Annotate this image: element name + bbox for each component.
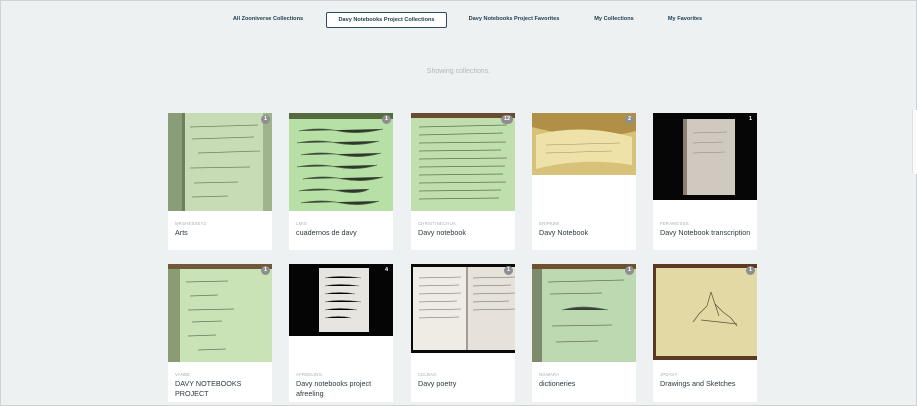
collection-card[interactable]: 1 JPDAVY Drawings and Sketches: [653, 264, 757, 402]
item-count-badge: 12: [501, 115, 513, 124]
collection-card[interactable]: 1 NGWARA dictioneries: [532, 264, 636, 402]
item-count-badge: 1: [504, 266, 513, 275]
collection-card[interactable]: 4 AFREELING Davy notebooks project afree…: [289, 264, 393, 402]
tab-all-zooniverse-collections[interactable]: All Zooniverse Collections: [222, 12, 314, 28]
item-count-badge: 1: [748, 116, 753, 122]
collection-card[interactable]: 2 ERIPKIMI Davy Notebook: [532, 113, 636, 250]
collection-owner[interactable]: VANBE: [175, 372, 190, 377]
collection-title[interactable]: Davy Notebook: [539, 228, 631, 238]
item-count-badge: 1: [625, 266, 634, 275]
collection-card[interactable]: 1 MRSHESSEY2 Arts: [168, 113, 272, 250]
collection-tabs: All Zooniverse Collections Davy Notebook…: [0, 12, 917, 28]
collection-card[interactable]: 1 FERAMOSSS Davy Notebook transcription: [653, 113, 757, 250]
tab-my-favorites[interactable]: My Favorites: [660, 12, 710, 28]
collection-title[interactable]: Davy Notebook transcription: [660, 228, 752, 238]
scroll-edge[interactable]: [912, 110, 917, 174]
collection-title[interactable]: Drawings and Sketches: [660, 379, 752, 389]
collection-owner[interactable]: NGWARA: [539, 372, 559, 377]
item-count-badge: 1: [261, 266, 270, 275]
tab-davy-notebooks-project-collections[interactable]: Davy Notebooks Project Collections: [326, 12, 447, 28]
collection-owner[interactable]: AFREELING: [296, 372, 322, 377]
collection-thumbnail: [411, 113, 515, 211]
collection-card[interactable]: 1 CELBAO Davy poetry: [411, 264, 515, 402]
item-count-badge: 1: [746, 266, 755, 275]
collection-owner[interactable]: CELBAO: [418, 372, 437, 377]
collection-owner[interactable]: CHRISTINECHUA: [418, 221, 456, 226]
collection-thumbnail: [289, 113, 393, 211]
collection-card[interactable]: 1 VANBE DAVY NOTEBOOKS PROJECT: [168, 264, 272, 402]
tab-davy-notebooks-project-favorites[interactable]: Davy Notebooks Project Favorites: [462, 12, 566, 28]
collection-owner[interactable]: MRSHESSEY2: [175, 221, 206, 226]
collection-title[interactable]: Davy notebook: [418, 228, 510, 238]
status-message: Showing collections.: [426, 68, 491, 75]
collection-thumbnail: [532, 264, 636, 362]
collection-thumbnail: [289, 264, 393, 336]
collection-card[interactable]: 12 CHRISTINECHUA Davy notebook: [411, 113, 515, 250]
collection-title[interactable]: DAVY NOTEBOOKS PROJECT: [175, 379, 267, 399]
collection-card[interactable]: 1 LMIS cuadernos de davy: [289, 113, 393, 250]
collection-thumbnail: [532, 113, 636, 175]
collection-owner[interactable]: JPDAVY: [660, 372, 678, 377]
collection-title[interactable]: cuadernos de davy: [296, 228, 388, 238]
collection-owner[interactable]: LMIS: [296, 221, 307, 226]
collection-thumbnail: [411, 264, 515, 353]
collection-thumbnail: [653, 264, 757, 360]
collection-thumbnail: [168, 264, 272, 362]
item-count-badge: 1: [382, 115, 391, 124]
item-count-badge: 2: [625, 115, 634, 124]
item-count-badge: 4: [384, 267, 389, 273]
collection-title[interactable]: Davy notebooks project afreeling: [296, 379, 388, 399]
tab-my-collections[interactable]: My Collections: [580, 12, 648, 28]
collection-title[interactable]: Arts: [175, 228, 267, 238]
collection-owner[interactable]: FERAMOSSS: [660, 221, 689, 226]
collection-title[interactable]: dictioneries: [539, 379, 631, 389]
item-count-badge: 1: [261, 115, 270, 124]
collection-owner[interactable]: ERIPKIMI: [539, 221, 559, 226]
collection-title[interactable]: Davy poetry: [418, 379, 510, 389]
collection-thumbnail: [653, 113, 757, 200]
collection-thumbnail: [168, 113, 272, 211]
